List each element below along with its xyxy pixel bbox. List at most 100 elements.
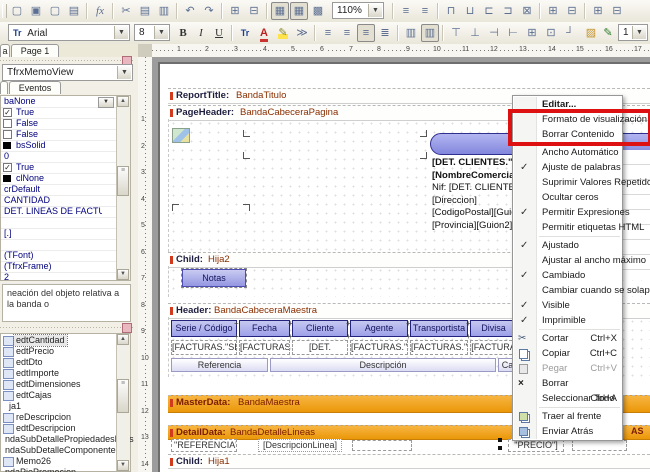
border-bottom-icon[interactable] — [466, 24, 484, 42]
align-left-edges-icon[interactable] — [397, 2, 415, 20]
align-top-icon[interactable] — [442, 2, 460, 20]
menu-item-traer-al-frente[interactable]: Traer al frente — [513, 409, 622, 424]
toolbar-grip[interactable] — [2, 4, 7, 18]
align-text-center-button[interactable] — [338, 24, 356, 42]
same-width-icon[interactable] — [544, 2, 562, 20]
color-swatch-icon[interactable] — [3, 142, 11, 149]
tree-item[interactable]: edtDescripcion — [1, 423, 117, 434]
property-grid-scrollbar[interactable]: ▲ ▼ ≡ — [116, 96, 130, 280]
align-to-grid-icon[interactable] — [290, 2, 308, 20]
tree-item[interactable]: edtDto — [1, 357, 117, 368]
panel-grip[interactable] — [0, 324, 134, 330]
font-size-select[interactable]: 8 ▼ — [134, 24, 170, 41]
line-width-select[interactable]: 1 ▼ — [618, 24, 648, 41]
tab-page1[interactable]: Page 1 — [11, 44, 59, 57]
border-all-icon[interactable] — [523, 24, 541, 42]
align-text-right-button[interactable] — [357, 24, 375, 42]
menu-item-permitir-expresiones[interactable]: Permitir Expresiones — [513, 205, 630, 220]
tree-item[interactable]: ndaSubDetallePropiedadesFijas — [1, 434, 134, 445]
scroll-up-icon[interactable]: ▲ — [117, 96, 129, 107]
menu-item-borrar[interactable]: Borrar — [513, 376, 622, 391]
menu-item-cortar[interactable]: Cortar Ctrl+X — [513, 331, 622, 346]
menu-item-ocultar-ceros[interactable]: Ocultar ceros — [513, 190, 622, 205]
align-bottom-icon[interactable] — [480, 2, 498, 20]
menu-item-permitir-html[interactable]: Permitir etiquetas HTML — [513, 220, 644, 235]
menu-item-seleccionar-todo[interactable]: Seleccionar Todo Ctrl+A — [513, 391, 622, 406]
tab-events[interactable]: Eventos — [9, 81, 61, 94]
bold-button[interactable]: B — [174, 24, 192, 42]
same-height-icon[interactable] — [563, 2, 581, 20]
tree-item[interactable]: reDescripcion — [1, 412, 117, 423]
tab-code[interactable]: a — [0, 44, 10, 57]
menu-item-suprimir-valores[interactable]: Suprimir Valores Repetidos — [513, 175, 650, 190]
object-selector[interactable]: TfrxMemoView ▼ — [2, 64, 133, 81]
checkbox-checked-icon[interactable] — [3, 163, 12, 172]
show-grid-icon[interactable] — [271, 2, 289, 20]
menu-item-copiar[interactable]: Copiar Ctrl+C — [513, 346, 622, 361]
menu-item-ancho-automatico[interactable]: Ancho Automático — [513, 145, 622, 160]
align-top-text-icon[interactable] — [402, 24, 420, 42]
align-bottom-text-icon[interactable] — [421, 24, 439, 42]
chevron-down-icon[interactable]: ▼ — [154, 26, 168, 39]
undo-icon[interactable] — [181, 2, 199, 20]
menu-item-ajustado[interactable]: Ajustado — [513, 238, 622, 253]
tree-item[interactable]: edtCajas — [1, 390, 117, 401]
tree-item[interactable]: edtImporte — [1, 368, 117, 379]
variables-icon[interactable] — [91, 2, 109, 20]
menu-item-ajustar-ancho-maximo[interactable]: Ajustar al ancho máximo — [513, 253, 646, 268]
tab-properties-partial[interactable] — [0, 81, 8, 94]
border-corner-icon[interactable] — [561, 24, 579, 42]
delete-page-icon[interactable] — [46, 2, 64, 20]
tree-item[interactable]: edtCantidad — [1, 334, 117, 347]
border-top-icon[interactable] — [447, 24, 465, 42]
scroll-down-icon[interactable]: ▼ — [117, 460, 129, 471]
add-page-icon[interactable] — [27, 2, 45, 20]
border-right-icon[interactable] — [504, 24, 522, 42]
menu-item-ajuste-palabras[interactable]: Ajuste de palabras — [513, 160, 622, 175]
tree-scrollbar[interactable]: ▲ ▼ ≡ — [116, 334, 130, 471]
text-rotation-icon[interactable] — [293, 24, 311, 42]
align-text-left-button[interactable] — [319, 24, 337, 42]
tree-item[interactable]: edtPrecio — [1, 346, 117, 357]
property-row[interactable]: 2 — [1, 272, 116, 284]
page-settings-icon[interactable] — [65, 2, 83, 20]
scrollbar-thumb[interactable]: ≡ — [117, 166, 129, 196]
copy-icon[interactable] — [136, 2, 154, 20]
align-text-justify-button[interactable] — [376, 24, 394, 42]
scroll-down-icon[interactable]: ▼ — [117, 269, 129, 280]
align-middle-icon[interactable] — [461, 2, 479, 20]
group-icon[interactable] — [226, 2, 244, 20]
menu-item-cambiar-solape[interactable]: Cambiar cuando se solape — [513, 283, 650, 298]
menu-item-pegar[interactable]: Pegar Ctrl+V — [513, 361, 622, 376]
tree-item[interactable]: edtDimensiones — [1, 379, 117, 390]
new-page-icon[interactable] — [8, 2, 26, 20]
align-right-edges-icon[interactable] — [416, 2, 434, 20]
italic-button[interactable]: I — [192, 24, 210, 42]
line-color-icon[interactable] — [599, 24, 617, 42]
size-icon[interactable] — [589, 2, 607, 20]
menu-item-imprimible[interactable]: Imprimible — [513, 313, 622, 328]
font-style-icon[interactable] — [236, 24, 254, 42]
chevron-down-icon[interactable]: ▼ — [368, 4, 382, 17]
border-left-icon[interactable] — [485, 24, 503, 42]
highlight-icon[interactable] — [274, 24, 292, 42]
panel-close-icon[interactable] — [122, 323, 132, 333]
tree-item[interactable]: Memo26 — [1, 456, 117, 467]
menu-item-enviar-atras[interactable]: Enviar Atrás — [513, 424, 622, 439]
menu-item-cambiado[interactable]: Cambiado — [513, 268, 622, 283]
menu-item-visible[interactable]: Visible — [513, 298, 622, 313]
checkbox-unchecked-icon[interactable] — [3, 119, 12, 128]
color-swatch-icon[interactable] — [3, 175, 11, 182]
font-select[interactable]: Arial ▼ — [8, 24, 130, 41]
scrollbar-thumb[interactable]: ≡ — [117, 379, 129, 413]
chevron-down-icon[interactable]: ▼ — [632, 26, 646, 39]
space-horizontally-icon[interactable] — [499, 2, 517, 20]
tree-item[interactable]: ja1 — [1, 401, 117, 412]
tree-item[interactable]: ndaSubDetalleComponentes — [1, 445, 120, 456]
tree-item[interactable]: ndaPiePromocion — [1, 467, 117, 472]
ungroup-icon[interactable] — [245, 2, 263, 20]
border-none-icon[interactable] — [542, 24, 560, 42]
panel-grip[interactable] — [0, 57, 134, 63]
checkbox-checked-icon[interactable] — [3, 108, 12, 117]
chevron-down-icon[interactable]: ▼ — [114, 26, 128, 39]
